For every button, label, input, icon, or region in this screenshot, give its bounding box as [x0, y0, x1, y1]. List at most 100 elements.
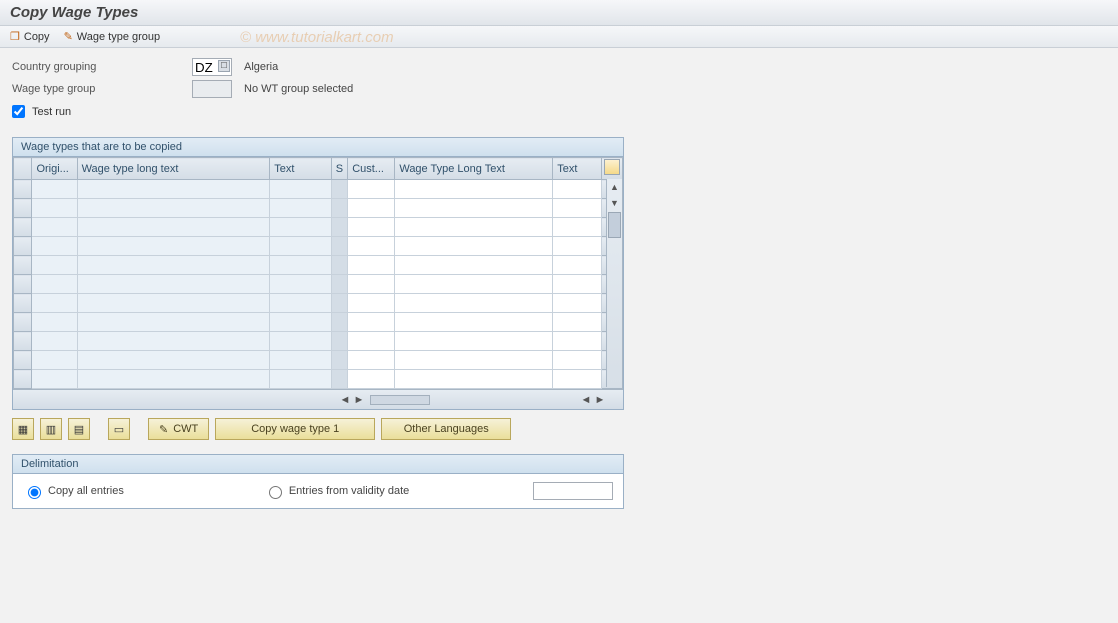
wage-type-group-button[interactable]: Wage type group	[64, 30, 161, 43]
cell-wt-long-text-cust[interactable]	[395, 294, 553, 313]
cell-text-orig[interactable]	[270, 275, 332, 294]
cell-wt-long-text-orig[interactable]	[77, 313, 270, 332]
cell-wt-long-text-orig[interactable]	[77, 351, 270, 370]
cell-customer[interactable]	[348, 313, 395, 332]
radio-copy-all-input[interactable]	[28, 486, 41, 499]
cell-customer[interactable]	[348, 218, 395, 237]
col-text-orig[interactable]: Text	[270, 158, 332, 180]
cell-customer[interactable]	[348, 256, 395, 275]
cell-original[interactable]	[32, 275, 77, 294]
cell-customer[interactable]	[348, 180, 395, 199]
table-corner[interactable]	[14, 158, 32, 180]
cell-text-orig[interactable]	[270, 256, 332, 275]
row-selector[interactable]	[14, 218, 32, 237]
row-selector[interactable]	[14, 351, 32, 370]
cwt-button[interactable]: ✎ CWT	[148, 418, 209, 440]
cell-s[interactable]	[331, 294, 347, 313]
cell-original[interactable]	[32, 313, 77, 332]
cell-original[interactable]	[32, 237, 77, 256]
cell-s[interactable]	[331, 180, 347, 199]
cell-s[interactable]	[331, 351, 347, 370]
validity-date-input[interactable]	[533, 482, 613, 500]
cell-wt-long-text-orig[interactable]	[77, 256, 270, 275]
scroll-left-icon[interactable]: ◄	[338, 394, 352, 406]
test-run-checkbox[interactable]	[12, 105, 25, 118]
scroll-down-icon[interactable]: ▼	[607, 195, 622, 211]
cell-original[interactable]	[32, 199, 77, 218]
cell-wt-long-text-cust[interactable]	[395, 180, 553, 199]
table-settings-icon[interactable]	[604, 159, 620, 175]
cell-wt-long-text-cust[interactable]	[395, 351, 553, 370]
scroll-right-icon[interactable]: ►	[352, 394, 366, 406]
radio-entries-from-date[interactable]: Entries from validity date	[264, 483, 409, 499]
hscroll-track[interactable]	[370, 395, 430, 405]
cell-text-orig[interactable]	[270, 313, 332, 332]
row-selector[interactable]	[14, 237, 32, 256]
row-selector[interactable]	[14, 294, 32, 313]
cell-text-orig[interactable]	[270, 332, 332, 351]
row-selector[interactable]	[14, 370, 32, 389]
cell-s[interactable]	[331, 332, 347, 351]
cell-customer[interactable]	[348, 332, 395, 351]
col-original[interactable]: Origi...	[32, 158, 77, 180]
row-selector[interactable]	[14, 180, 32, 199]
cell-text-cust[interactable]	[553, 275, 602, 294]
cell-text-cust[interactable]	[553, 332, 602, 351]
col-s[interactable]: S	[331, 158, 347, 180]
cell-text-cust[interactable]	[553, 180, 602, 199]
cell-text-cust[interactable]	[553, 370, 602, 389]
vertical-scrollbar[interactable]: ▲ ▼	[606, 179, 622, 387]
select-block-button[interactable]: ▤	[68, 418, 90, 440]
radio-copy-all[interactable]: Copy all entries	[23, 483, 124, 499]
cell-s[interactable]	[331, 256, 347, 275]
cell-wt-long-text-cust[interactable]	[395, 313, 553, 332]
cell-wt-long-text-orig[interactable]	[77, 237, 270, 256]
cell-s[interactable]	[331, 199, 347, 218]
cell-original[interactable]	[32, 256, 77, 275]
cell-wt-long-text-orig[interactable]	[77, 180, 270, 199]
row-selector[interactable]	[14, 313, 32, 332]
cell-original[interactable]	[32, 294, 77, 313]
cell-customer[interactable]	[348, 199, 395, 218]
cell-wt-long-text-cust[interactable]	[395, 199, 553, 218]
cell-text-orig[interactable]	[270, 370, 332, 389]
cell-wt-long-text-orig[interactable]	[77, 199, 270, 218]
scroll-up-icon[interactable]: ▲	[607, 179, 622, 195]
row-selector[interactable]	[14, 275, 32, 294]
cell-text-cust[interactable]	[553, 294, 602, 313]
other-languages-button[interactable]: Other Languages	[381, 418, 511, 440]
cell-s[interactable]	[331, 370, 347, 389]
cell-text-cust[interactable]	[553, 199, 602, 218]
radio-entries-from-date-input[interactable]	[269, 486, 282, 499]
cell-customer[interactable]	[348, 370, 395, 389]
col-customer[interactable]: Cust...	[348, 158, 395, 180]
select-all-button[interactable]: ▦	[12, 418, 34, 440]
cell-text-orig[interactable]	[270, 180, 332, 199]
col-wt-long-text-cust[interactable]: Wage Type Long Text	[395, 158, 553, 180]
cell-text-cust[interactable]	[553, 351, 602, 370]
cell-text-cust[interactable]	[553, 218, 602, 237]
cell-customer[interactable]	[348, 351, 395, 370]
delete-button[interactable]: ▭	[108, 418, 130, 440]
cell-text-cust[interactable]	[553, 237, 602, 256]
cell-wt-long-text-cust[interactable]	[395, 218, 553, 237]
col-text-cust[interactable]: Text	[553, 158, 602, 180]
cell-wt-long-text-orig[interactable]	[77, 275, 270, 294]
cell-text-orig[interactable]	[270, 199, 332, 218]
col-wt-long-text-orig[interactable]: Wage type long text	[77, 158, 270, 180]
cell-text-orig[interactable]	[270, 294, 332, 313]
cell-original[interactable]	[32, 351, 77, 370]
scroll-left-icon-2[interactable]: ◄	[579, 394, 593, 406]
cell-text-orig[interactable]	[270, 351, 332, 370]
cell-original[interactable]	[32, 180, 77, 199]
cell-customer[interactable]	[348, 237, 395, 256]
cell-wt-long-text-orig[interactable]	[77, 218, 270, 237]
copy-wage-type-1-button[interactable]: Copy wage type 1	[215, 418, 375, 440]
deselect-all-button[interactable]: ▥	[40, 418, 62, 440]
row-selector[interactable]	[14, 332, 32, 351]
cell-wt-long-text-cust[interactable]	[395, 332, 553, 351]
row-selector[interactable]	[14, 256, 32, 275]
cell-text-orig[interactable]	[270, 237, 332, 256]
f4-help-icon[interactable]: ☐	[218, 60, 230, 72]
cell-wt-long-text-orig[interactable]	[77, 370, 270, 389]
